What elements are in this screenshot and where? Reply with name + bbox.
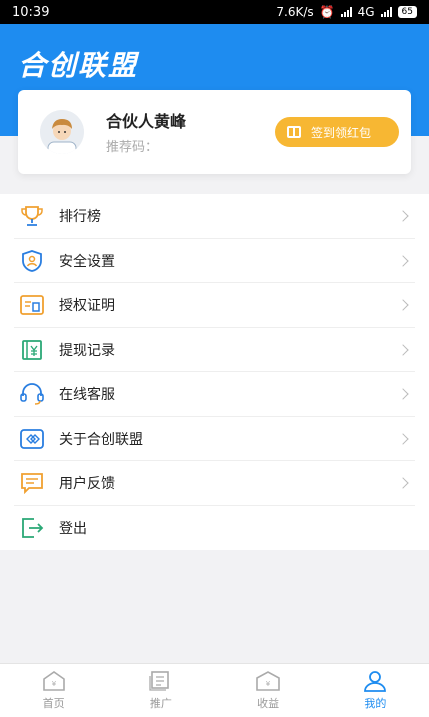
tab-home[interactable]: ¥ 首页 (0, 664, 107, 717)
tab-mine[interactable]: 我的 (322, 664, 429, 717)
menu-item-label: 在线客服 (59, 387, 115, 404)
bottom-tab-bar: ¥ 首页 推广 ¥ 收益 我的 (0, 663, 429, 717)
about-icon (19, 427, 45, 451)
menu-item-customer-service[interactable]: 在线客服 (0, 372, 429, 417)
status-icons: 7.6K/s ⏰ 4G 65 (276, 5, 417, 19)
menu-item-authorization[interactable]: 授权证明 (0, 283, 429, 328)
withdraw-record-icon (19, 338, 45, 362)
user-name: 合伙人黄峰 (106, 112, 187, 131)
svg-text:¥: ¥ (266, 680, 271, 688)
profile-card: 合伙人黄峰 推荐码： 签到领红包 (18, 90, 411, 174)
chevron-right-icon (397, 299, 409, 311)
menu-item-label: 排行榜 (59, 209, 101, 226)
menu-item-label: 登出 (59, 520, 87, 537)
menu-item-label: 授权证明 (59, 298, 115, 315)
menu-item-about[interactable]: 关于合创联盟 (0, 417, 429, 462)
menu-item-label: 提现记录 (59, 342, 115, 359)
tab-label: 我的 (364, 697, 387, 710)
referral-code-label: 推荐码： (106, 140, 159, 155)
avatar[interactable] (40, 110, 84, 154)
trophy-icon (19, 204, 45, 228)
gift-icon (287, 126, 301, 138)
alarm-icon: ⏰ (319, 5, 335, 19)
menu-item-label: 用户反馈 (59, 476, 115, 493)
tab-label: 首页 (42, 697, 65, 710)
network-speed: 7.6K/s (276, 5, 314, 19)
menu-item-security[interactable]: 安全设置 (0, 239, 429, 284)
signal-icon-2 (380, 7, 392, 17)
chevron-right-icon (397, 255, 409, 267)
menu-item-label: 关于合创联盟 (59, 431, 143, 448)
tab-label: 推广 (149, 697, 172, 710)
tab-promote[interactable]: 推广 (107, 664, 214, 717)
tab-label: 收益 (257, 697, 280, 710)
sign-button-label: 签到领红包 (311, 125, 372, 140)
chevron-right-icon (397, 388, 409, 400)
certificate-icon (19, 293, 45, 317)
status-bar: 10:39 7.6K/s ⏰ 4G 65 (0, 0, 429, 24)
battery-icon: 65 (397, 6, 417, 18)
status-time: 10:39 (12, 4, 50, 20)
chevron-right-icon (397, 344, 409, 356)
shield-user-icon (19, 249, 45, 273)
brand-title: 合创联盟 (18, 49, 139, 82)
logout-icon (19, 516, 45, 540)
chevron-right-icon (397, 433, 409, 445)
sign-in-red-packet-button[interactable]: 签到领红包 (275, 117, 399, 147)
chevron-right-icon (397, 477, 409, 489)
svg-text:¥: ¥ (51, 680, 56, 688)
chevron-right-icon (397, 210, 409, 222)
earnings-icon: ¥ (255, 670, 281, 692)
settings-menu: 排行榜 安全设置 授权证明 提现记录 在线客服 关于合创联盟 用户反馈 登出 (0, 194, 429, 550)
home-icon: ¥ (41, 670, 67, 692)
menu-item-label: 安全设置 (59, 253, 115, 270)
menu-item-leaderboard[interactable]: 排行榜 (0, 194, 429, 239)
headset-icon (19, 382, 45, 406)
menu-item-logout[interactable]: 登出 (0, 506, 429, 551)
tab-earnings[interactable]: ¥ 收益 (215, 664, 322, 717)
signal-icon (340, 7, 352, 17)
feedback-icon (19, 471, 45, 495)
network-type: 4G (357, 5, 375, 19)
profile-icon (362, 670, 388, 692)
menu-item-feedback[interactable]: 用户反馈 (0, 461, 429, 506)
promote-icon (148, 670, 174, 692)
menu-item-withdraw-records[interactable]: 提现记录 (0, 328, 429, 373)
